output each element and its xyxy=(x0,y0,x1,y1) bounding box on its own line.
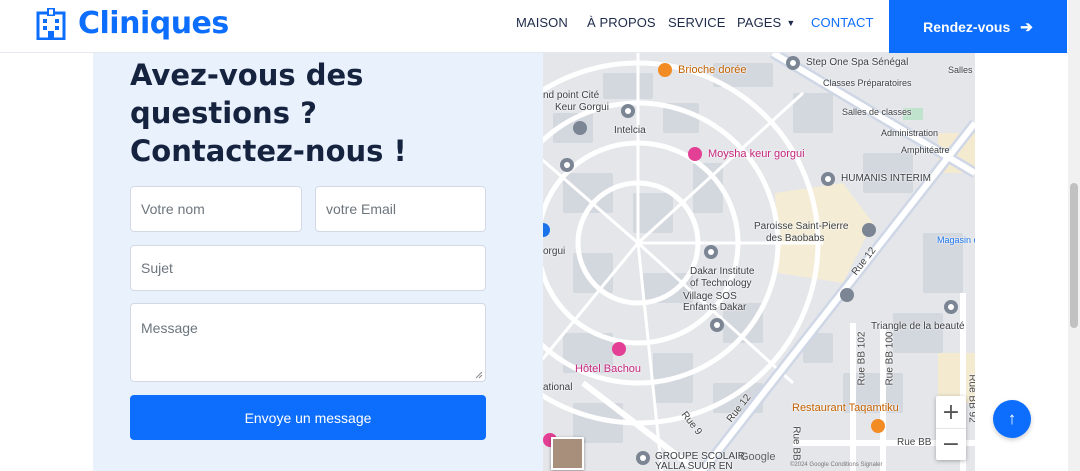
map-label-paroisse-2[interactable]: des Baobabs xyxy=(766,233,824,244)
map-label-gorgui: orgui xyxy=(543,246,566,257)
brand-name: Cliniques xyxy=(78,6,229,41)
navbar: Cliniques MAISON À PROPOS SERVICE PAGES ▼… xyxy=(0,0,1068,53)
send-message-button[interactable]: Envoye un message xyxy=(130,395,486,440)
google-map[interactable]: Brioche dorée Step One Spa Sénégal Salle… xyxy=(543,53,975,471)
map-label-point-cite: nd point Cité xyxy=(543,90,600,101)
resize-handle-icon[interactable] xyxy=(475,371,483,379)
nav-item-pages-label: PAGES xyxy=(737,15,782,30)
map-label-amphitheatre: Amphitéatre xyxy=(901,145,950,155)
chevron-down-icon: ▼ xyxy=(786,18,796,28)
name-input[interactable]: Votre nom xyxy=(130,186,302,232)
map-label-salles: Salles xyxy=(948,65,973,75)
map-label-village-1[interactable]: Village SOS xyxy=(683,291,737,302)
map-label-rue-bb92: Rue BB 92 xyxy=(966,374,975,423)
page-scrollbar[interactable] xyxy=(1068,0,1080,471)
map-label-triangle[interactable]: Triangle de la beauté xyxy=(871,321,965,332)
hospital-building-icon xyxy=(36,7,66,40)
zoom-in-button[interactable]: + xyxy=(936,396,966,428)
map-label-rue-bb100: Rue BB 100 xyxy=(884,331,896,386)
subject-input[interactable]: Sujet xyxy=(130,245,486,291)
map-label-village-2[interactable]: Enfants Dakar xyxy=(683,302,746,313)
map-label-humanis[interactable]: HUMANIS INTERIM xyxy=(841,173,931,184)
map-label-administration: Administration xyxy=(881,128,939,138)
map-label-moysha[interactable]: Moysha keur gorgui xyxy=(708,148,805,160)
nav-item-service[interactable]: SERVICE xyxy=(668,15,726,30)
email-input[interactable]: votre Email xyxy=(315,186,486,232)
map-label-rue-bb102: Rue BB 102 xyxy=(856,331,868,386)
nav-item-pages[interactable]: PAGES ▼ xyxy=(737,15,795,30)
nav-item-maison[interactable]: MAISON xyxy=(516,15,568,30)
arrow-right-icon: ➔ xyxy=(1020,18,1033,36)
map-label-step-one[interactable]: Step One Spa Sénégal xyxy=(806,57,908,68)
zoom-out-button[interactable]: − xyxy=(936,428,966,460)
message-placeholder: Message xyxy=(141,320,198,336)
map-label-rue-bb: Rue BB xyxy=(897,437,932,448)
brand-logo[interactable]: Cliniques xyxy=(36,6,229,41)
map-label-classes-prep: Classes Préparatoires xyxy=(823,78,912,88)
map-label-dakar-inst-2[interactable]: of Technology xyxy=(690,278,752,289)
map-label-hotel[interactable]: Hôtel Bachou xyxy=(575,363,641,375)
map-label-rue-bb-v: Rue BB xyxy=(790,426,802,461)
map-label-intelcia[interactable]: Intelcia xyxy=(614,125,646,136)
name-placeholder: Votre nom xyxy=(141,201,205,217)
map-label-paroisse-1[interactable]: Paroisse Saint-Pierre xyxy=(754,221,848,232)
map-satellite-toggle[interactable] xyxy=(551,437,584,470)
rendez-vous-button[interactable]: Rendez-vous ➔ xyxy=(889,0,1067,53)
map-label-keur-gorgui: Keur Gorgui xyxy=(555,102,609,113)
google-logo: Google xyxy=(740,451,776,463)
map-label-brioche[interactable]: Brioche dorée xyxy=(678,64,747,76)
map-label-national: ational xyxy=(543,382,573,393)
nav-item-contact[interactable]: CONTACT xyxy=(811,15,874,30)
map-attribution[interactable]: ©2024 Google Conditions Signaler xyxy=(790,462,882,468)
subject-placeholder: Sujet xyxy=(141,260,173,276)
contact-title: Avez-vous des questions ? Contactez-nous… xyxy=(130,58,407,168)
map-label-salles-classes: Salles de classes xyxy=(842,107,912,117)
message-textarea[interactable]: Message xyxy=(130,303,486,382)
nav-item-a-propos[interactable]: À PROPOS xyxy=(587,15,656,30)
email-placeholder: votre Email xyxy=(326,201,397,217)
scrollbar-thumb[interactable] xyxy=(1070,183,1078,328)
rendez-vous-label: Rendez-vous xyxy=(923,18,1011,35)
map-zoom-control: + − xyxy=(936,396,966,460)
map-label-magasin[interactable]: Magasin c xyxy=(937,235,975,245)
back-to-top-button[interactable]: ↑ xyxy=(993,400,1031,438)
map-label-dakar-inst-1[interactable]: Dakar Institute xyxy=(690,266,754,277)
map-label-restaurant[interactable]: Restaurant Taqamtiku xyxy=(792,402,899,414)
arrow-up-icon: ↑ xyxy=(1007,409,1017,428)
map-label-groupe-2[interactable]: YALLA SUUR EN xyxy=(655,461,733,471)
